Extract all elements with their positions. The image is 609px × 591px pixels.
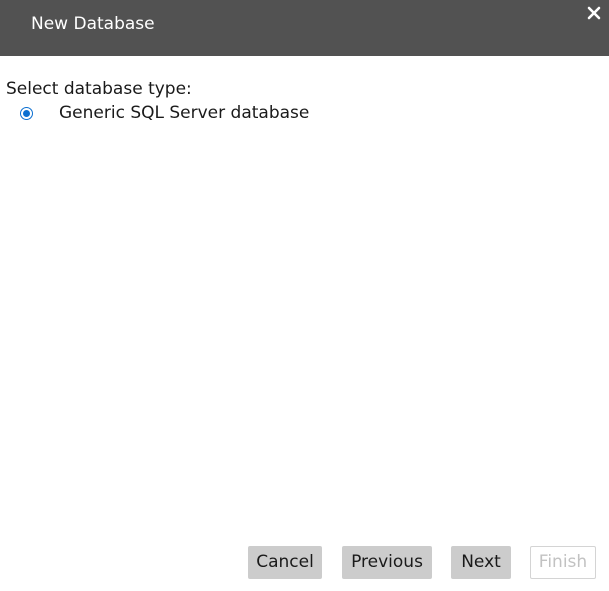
close-button[interactable] — [585, 4, 603, 22]
radio-button[interactable] — [20, 106, 33, 120]
close-icon — [587, 6, 601, 20]
database-type-prompt: Select database type: — [6, 79, 192, 99]
option-generic-sql-server[interactable]: Generic SQL Server database — [20, 102, 309, 124]
option-label: Generic SQL Server database — [59, 103, 310, 123]
cancel-button[interactable]: Cancel — [248, 546, 322, 579]
title-bar: New Database — [0, 0, 609, 56]
new-database-dialog: New Database Select database type: Gener… — [0, 0, 609, 591]
previous-button[interactable]: Previous — [342, 546, 432, 579]
next-button[interactable]: Next — [451, 546, 511, 579]
radio-selected-dot — [23, 109, 30, 117]
dialog-title: New Database — [31, 14, 155, 34]
dialog-content: Select database type: Generic SQL Server… — [0, 56, 609, 536]
finish-button: Finish — [530, 546, 596, 579]
